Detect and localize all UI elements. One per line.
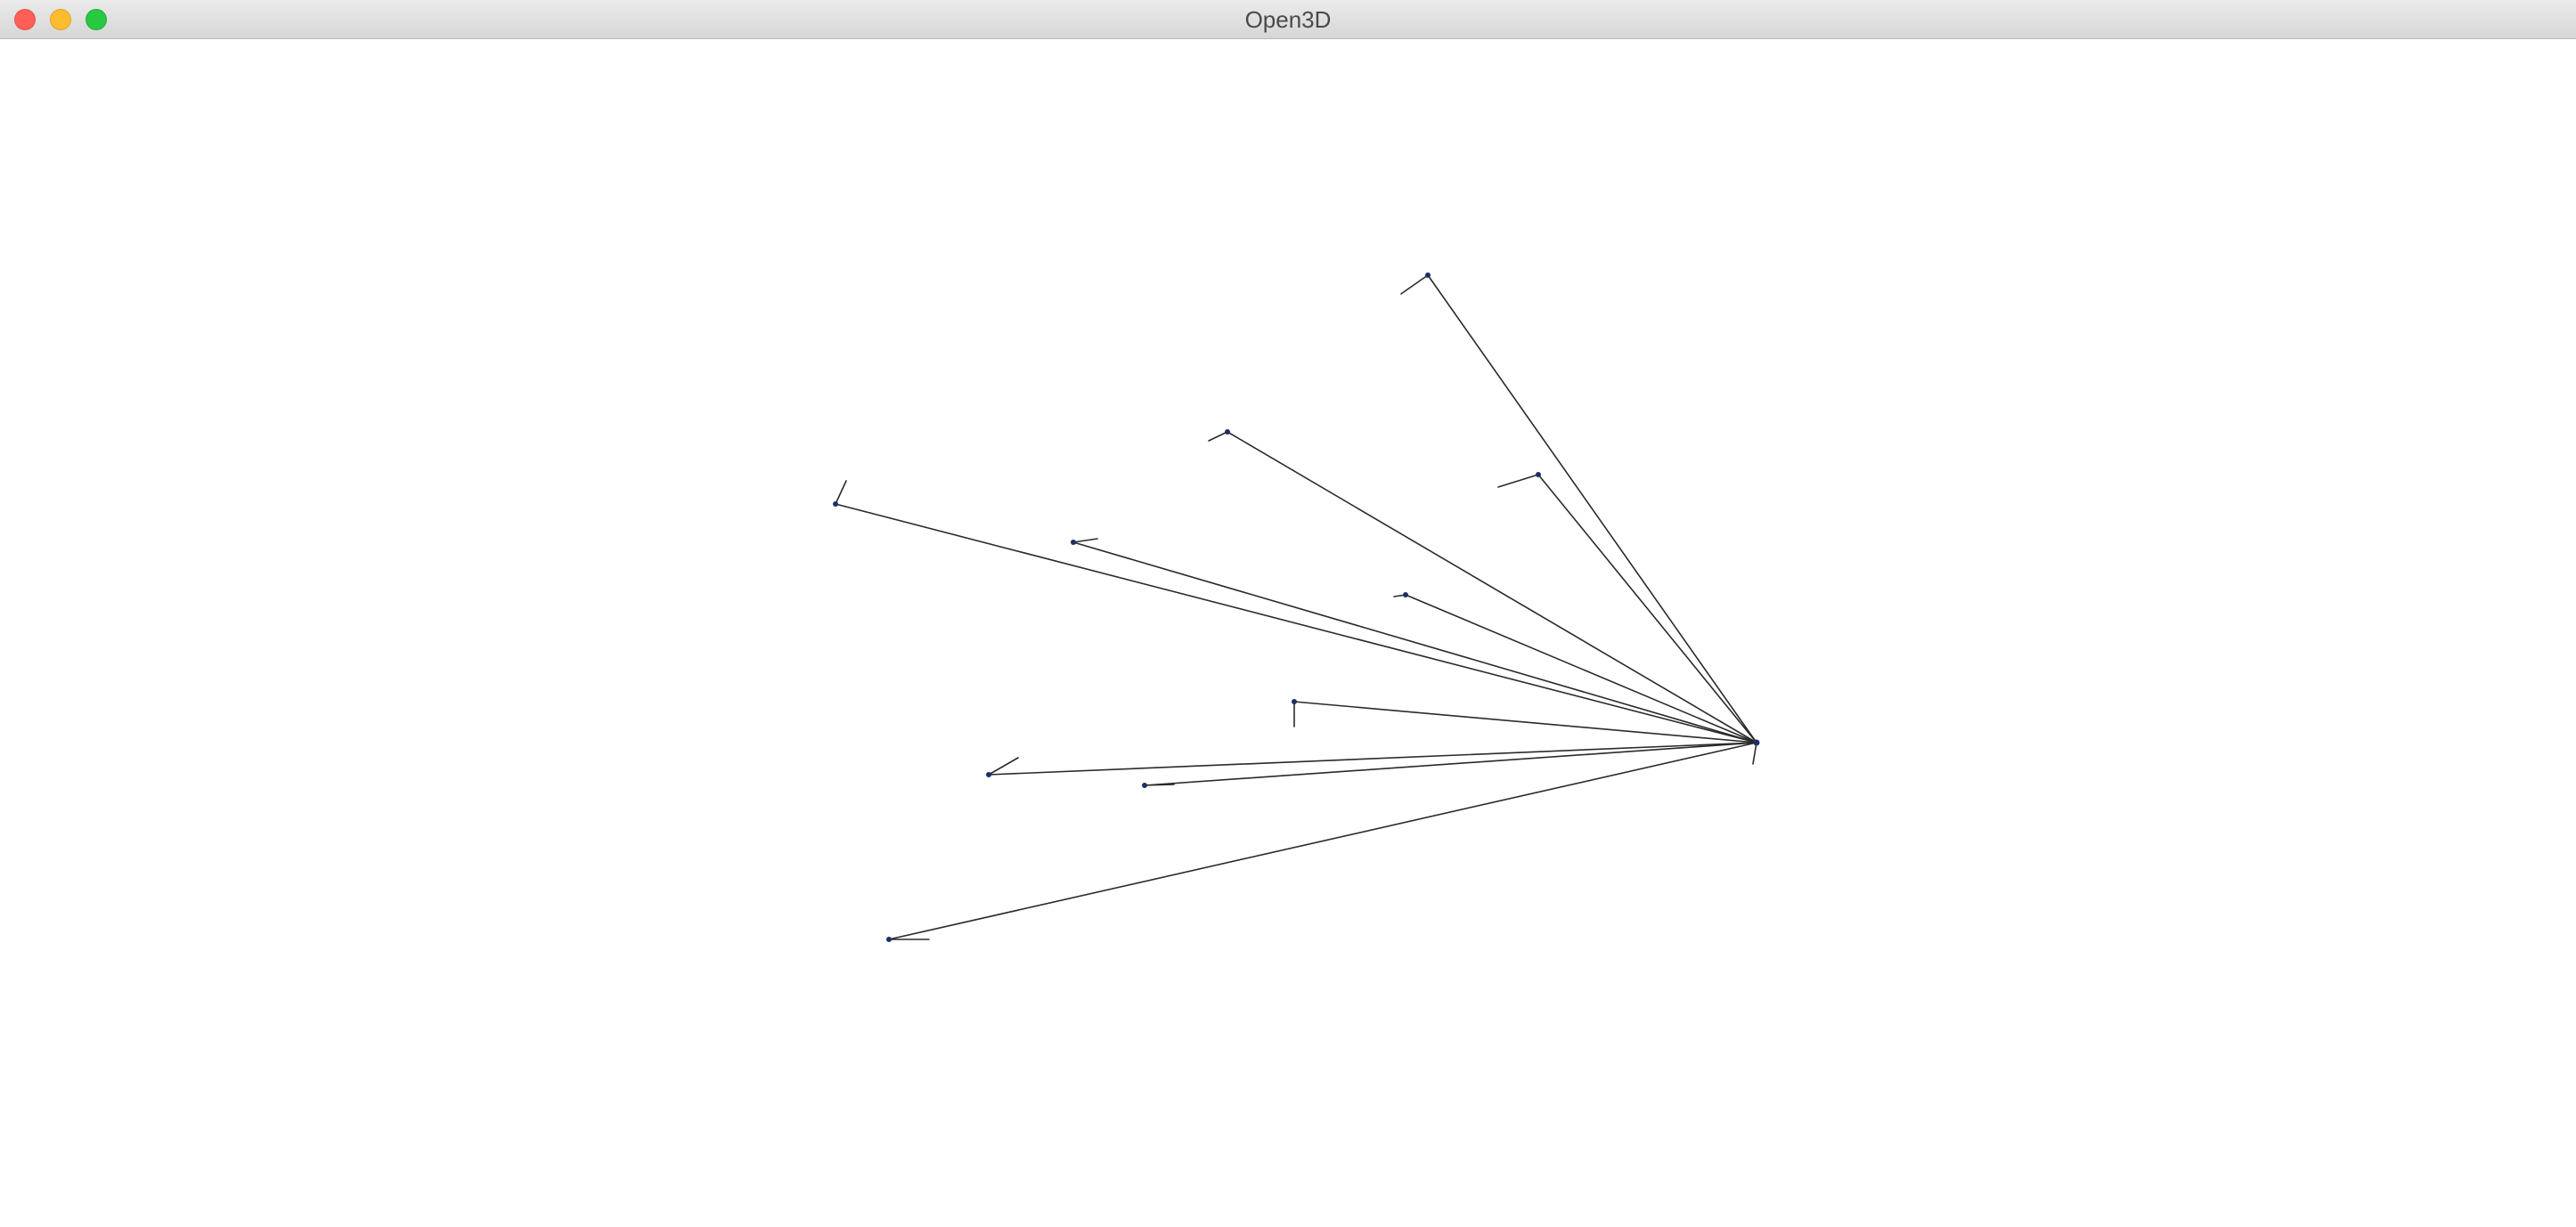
title-bar[interactable]: Open3D	[0, 0, 2576, 39]
window-title: Open3D	[1244, 6, 1332, 33]
point-marker	[986, 772, 991, 777]
tick-line	[1752, 742, 1757, 765]
tick-line	[1400, 274, 1429, 295]
point-marker	[833, 501, 838, 507]
ray-line	[1227, 431, 1757, 744]
zoom-button[interactable]	[86, 9, 107, 30]
ray-line	[1537, 474, 1757, 744]
minimize-button[interactable]	[50, 9, 71, 30]
point-marker	[1403, 592, 1408, 597]
tick-line	[1497, 474, 1539, 488]
point-marker	[1425, 272, 1431, 278]
point-marker	[886, 937, 892, 942]
close-button[interactable]	[14, 9, 36, 30]
3d-viewport[interactable]	[0, 39, 2576, 1227]
ray-line	[1427, 274, 1757, 744]
tick-line	[1208, 431, 1228, 442]
tick-line	[835, 480, 847, 505]
point-marker	[1225, 429, 1230, 435]
point-marker	[1292, 699, 1297, 704]
tick-line	[1144, 784, 1175, 786]
hub-point-marker	[1753, 739, 1760, 746]
ray-line	[835, 503, 1757, 744]
tick-line	[1072, 538, 1098, 543]
point-marker	[1071, 540, 1076, 545]
point-marker	[1142, 783, 1147, 788]
app-window: Open3D	[0, 0, 2576, 1227]
scene-canvas[interactable]	[0, 39, 2576, 1227]
point-marker	[1536, 472, 1541, 477]
tick-line	[988, 757, 1019, 776]
ray-line	[888, 742, 1757, 940]
